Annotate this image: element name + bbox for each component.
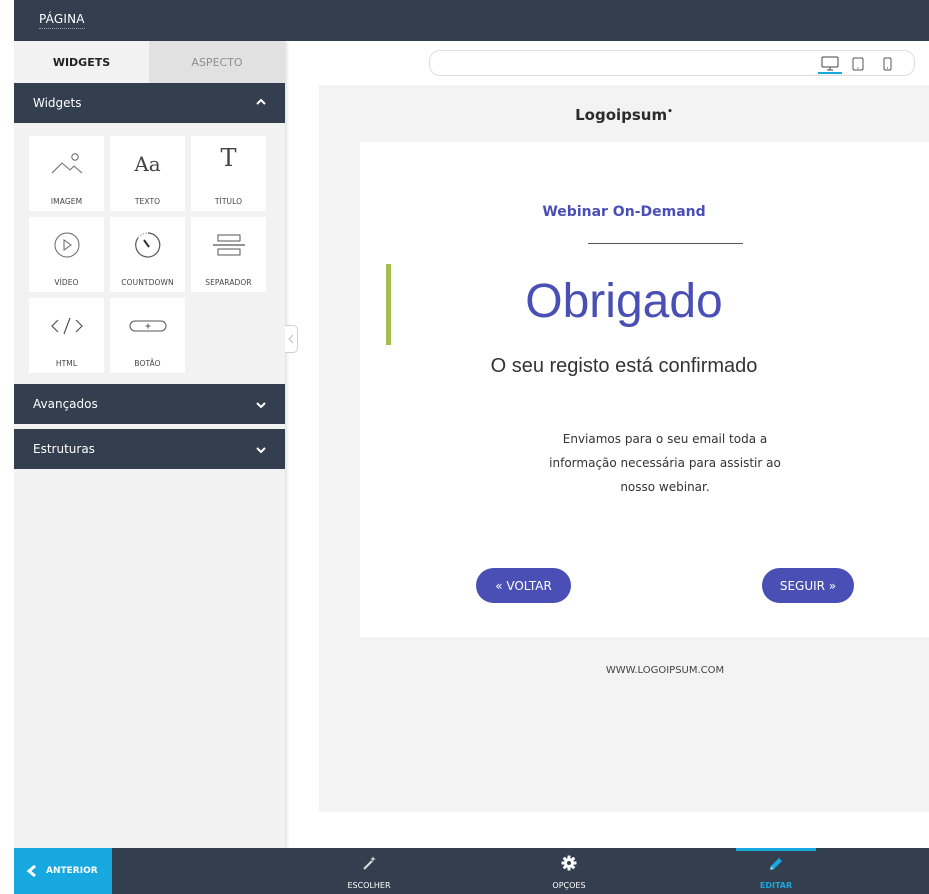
section-widgets-header[interactable]: Widgets <box>14 83 285 123</box>
top-bar: PÁGINA <box>14 0 929 41</box>
widget-label: HTML <box>55 359 78 368</box>
sidebar: WIDGETS ASPECTO Widgets IMAGEM Aa TEXTO … <box>14 41 285 848</box>
video-play-icon <box>54 232 79 258</box>
page-tab[interactable]: PÁGINA <box>39 12 85 29</box>
widget-video[interactable]: VÍDEO <box>29 217 104 292</box>
chevron-up-icon <box>256 98 266 105</box>
widget-label: IMAGEM <box>50 197 83 206</box>
widget-countdown[interactable]: COUNTDOWN <box>110 217 185 292</box>
button-icon <box>129 320 166 332</box>
tablet-icon <box>852 57 864 71</box>
gear-icon <box>561 855 577 871</box>
back-button[interactable]: « VOLTAR <box>476 568 571 603</box>
chevron-down-icon <box>256 402 266 409</box>
info-line: informação necessária para assistir ao <box>549 456 781 470</box>
widget-label: SEPARADOR <box>205 278 252 287</box>
content-card: Webinar On-Demand Obrigado O seu registo… <box>360 142 929 637</box>
next-button[interactable]: SEGUIR » <box>762 568 854 603</box>
logo[interactable]: Logoipsum• <box>319 106 929 124</box>
section-advanced-title: Avançados <box>33 397 98 411</box>
sidebar-tabs: WIDGETS ASPECTO <box>14 41 285 83</box>
info-paragraph[interactable]: Enviamos para o seu email toda a informa… <box>540 427 790 499</box>
confirmation-text[interactable]: O seu registo está confirmado <box>360 355 929 378</box>
widget-label: TÍTULO <box>214 197 243 206</box>
mobile-icon <box>883 57 891 71</box>
page-canvas: Logoipsum• Webinar On-Demand Obrigado O … <box>319 85 929 812</box>
nav-editar[interactable]: EDITAR <box>736 848 816 894</box>
section-widgets-title: Widgets <box>33 96 82 110</box>
chevron-down-icon <box>256 447 266 454</box>
section-structures-title: Estruturas <box>33 442 95 456</box>
webinar-subtitle[interactable]: Webinar On-Demand <box>360 204 929 220</box>
bottom-bar: ANTERIOR ESCOLHER OPÇOES EDITAR <box>14 848 929 894</box>
info-line: Enviamos para o seu email toda a <box>562 432 768 446</box>
widget-label: BOTÃO <box>134 359 161 368</box>
divider-line <box>588 243 743 244</box>
desktop-icon <box>821 56 839 70</box>
widget-label: TEXTO <box>134 197 161 206</box>
code-icon <box>50 317 83 335</box>
widget-html[interactable]: HTML <box>29 298 104 373</box>
separator-icon <box>212 234 245 256</box>
widget-separator[interactable]: SEPARADOR <box>191 217 266 292</box>
widget-image[interactable]: IMAGEM <box>29 136 104 211</box>
widget-label: VÍDEO <box>54 278 79 287</box>
chevron-left-icon <box>26 864 36 878</box>
previous-label: ANTERIOR <box>46 866 98 876</box>
section-structures-header[interactable]: Estruturas <box>14 429 285 469</box>
info-line: nosso webinar. <box>620 480 710 494</box>
device-preview-bar <box>429 50 915 76</box>
chevron-left-icon <box>288 334 294 344</box>
title-icon: T <box>220 144 237 172</box>
sidebar-collapse-handle[interactable] <box>285 325 298 353</box>
widget-button[interactable]: BOTÃO <box>110 298 185 373</box>
nav-escolher[interactable]: ESCOLHER <box>329 848 409 894</box>
magic-wand-icon <box>363 856 376 870</box>
tab-aspecto[interactable]: ASPECTO <box>149 41 285 83</box>
image-icon <box>51 153 82 174</box>
mobile-view-button[interactable] <box>878 54 896 74</box>
footer-url[interactable]: WWW.LOGOIPSUM.COM <box>319 665 929 676</box>
countdown-timer-icon <box>134 232 160 258</box>
widget-title[interactable]: T TÍTULO <box>191 136 266 211</box>
tab-widgets[interactable]: WIDGETS <box>14 41 149 83</box>
desktop-view-button[interactable] <box>818 54 842 74</box>
widget-label: COUNTDOWN <box>121 278 174 287</box>
logo-mark-icon: • <box>667 107 673 117</box>
pencil-icon <box>770 858 782 870</box>
section-advanced-header[interactable]: Avançados <box>14 384 285 424</box>
previous-button[interactable]: ANTERIOR <box>14 848 112 894</box>
text-icon: Aa <box>134 152 161 176</box>
tablet-view-button[interactable] <box>848 54 868 74</box>
nav-opcoes[interactable]: OPÇOES <box>529 848 609 894</box>
widget-text[interactable]: Aa TEXTO <box>110 136 185 211</box>
nav-label: OPÇOES <box>552 881 586 890</box>
logo-text: Logoipsum <box>575 106 668 124</box>
nav-label: ESCOLHER <box>347 881 391 890</box>
thank-you-headline[interactable]: Obrigado <box>360 274 929 329</box>
nav-label: EDITAR <box>759 881 793 890</box>
